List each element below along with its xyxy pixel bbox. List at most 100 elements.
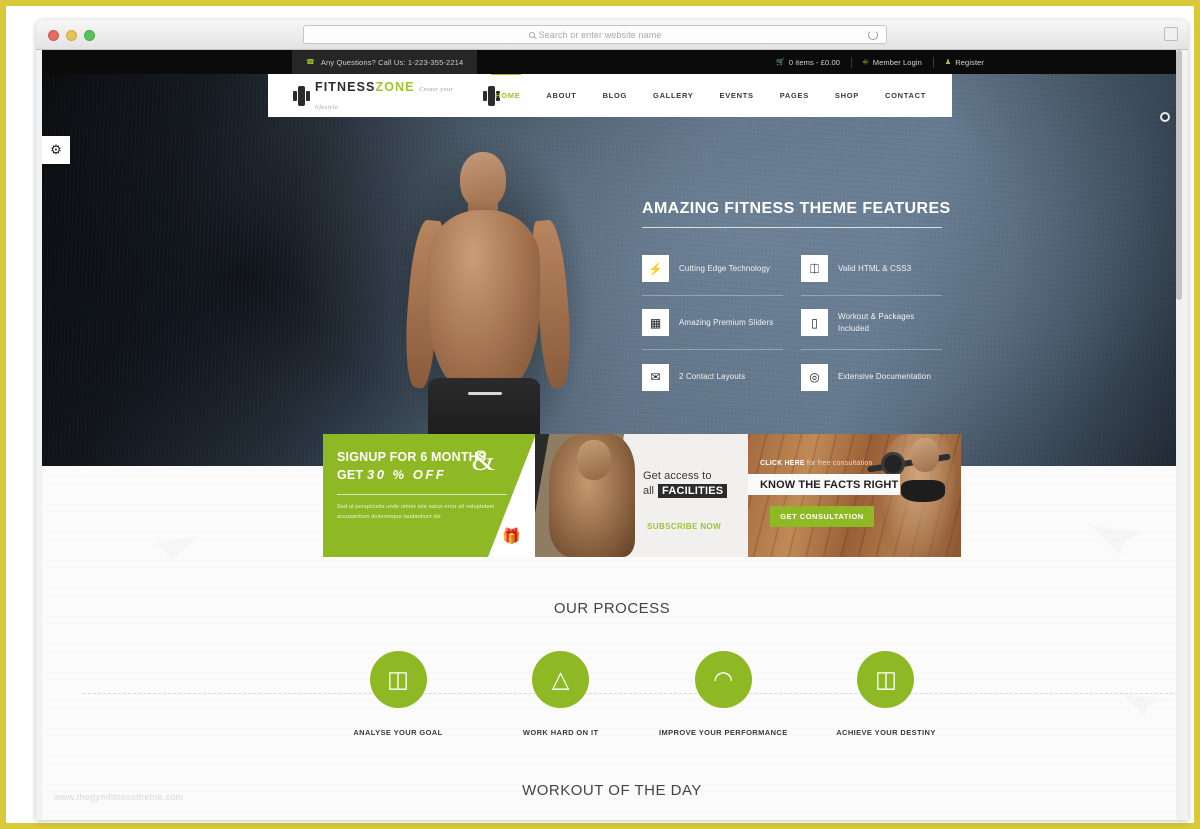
promo-signup[interactable]: & SIGNUP FOR 6 MONTHS GET 30 % OFF Sed u… — [323, 434, 535, 557]
promo-consultation-kicker: CLICK HERE for free consultation — [760, 460, 873, 467]
paper-plane-decor — [1092, 526, 1142, 554]
process-step-label: ANALYSE YOUR GOAL — [353, 728, 443, 737]
hero-features: AMAZING FITNESS THEME FEATURES ⚡ Cutting… — [642, 200, 950, 404]
ruler-icon: ◫ — [369, 651, 427, 708]
top-bar-links: 🛒 0 items - £0.00 ⎆ Member Login ♟ Regis… — [765, 50, 984, 74]
register-link[interactable]: ♟ Register — [934, 57, 984, 68]
subscribe-now-link[interactable]: SUBSCRIBE NOW — [647, 522, 721, 531]
address-bar-text: Search or enter website name — [538, 29, 662, 40]
outer-frame: Search or enter website name ☎ Any Quest… — [0, 0, 1200, 829]
cone-icon: △ — [532, 651, 590, 708]
process-step-achieve[interactable]: ◫ ACHIEVE YOUR DESTINY — [811, 651, 961, 761]
dumbbell-icon-left — [293, 85, 310, 106]
feature-item: ⚡ Cutting Edge Technology — [642, 242, 783, 296]
target-icon[interactable] — [1160, 112, 1170, 122]
phone-icon: ☎ — [306, 58, 315, 66]
dumbbell-icon-right — [483, 85, 501, 106]
promo-signup-body: Sed ut perspiciatis unde omnis iste natu… — [337, 504, 495, 521]
reload-icon[interactable] — [868, 30, 878, 40]
logo-part2: ZONE — [375, 79, 415, 94]
address-bar[interactable]: Search or enter website name — [303, 25, 887, 44]
promo-facilities-head — [577, 440, 611, 480]
feature-label: Valid HTML & CSS3 — [838, 263, 912, 273]
page-scrollbar[interactable] — [1176, 50, 1182, 820]
hero-feature-grid: ⚡ Cutting Edge Technology ⎅ Valid HTML &… — [642, 242, 942, 404]
watermark-url: www.thegymfitnesstheme.com — [54, 792, 184, 802]
feature-label: Workout & Packages Included — [838, 311, 915, 333]
nav-links: HOME ABOUT BLOG GALLERY EVENTS PAGES SHO… — [491, 72, 926, 100]
feature-item: ▦ Amazing Premium Sliders — [642, 296, 783, 350]
process-step-analyse[interactable]: ◫ ANALYSE YOUR GOAL — [323, 651, 473, 761]
promo-ampersand: & — [471, 444, 495, 477]
process-step-label: IMPROVE YOUR PERFORMANCE — [658, 728, 788, 737]
process-step-label: ACHIEVE YOUR DESTINY — [836, 728, 936, 737]
speedometer-icon: ◠ — [694, 651, 752, 708]
member-login-link[interactable]: ⎆ Member Login — [852, 56, 934, 68]
nav-item-gallery[interactable]: GALLERY — [653, 91, 693, 100]
promo-facilities[interactable]: Get access to all FACILITIES SUBSCRIBE N… — [535, 434, 748, 557]
html5-icon: ⎅ — [801, 255, 828, 282]
promo-consultation[interactable]: CLICK HERE for free consultation KNOW TH… — [748, 434, 961, 557]
feature-label: Cutting Edge Technology — [679, 263, 771, 273]
promo-click-rest: for free consultation — [804, 460, 873, 467]
get-consultation-button[interactable]: GET CONSULTATION — [770, 506, 874, 527]
process-step-improve[interactable]: ◠ IMPROVE YOUR PERFORMANCE — [648, 651, 798, 761]
nav-item-events[interactable]: EVENTS — [720, 91, 754, 100]
member-login-label: Member Login — [872, 57, 922, 67]
nav-item-pages[interactable]: PAGES — [780, 91, 809, 100]
browser-titlebar: Search or enter website name — [36, 20, 1188, 50]
hero-title: AMAZING FITNESS THEME FEATURES — [642, 200, 950, 228]
paper-plane-decor — [152, 536, 198, 562]
cart-label: 0 items - £0.00 — [788, 57, 841, 67]
process-step-work-hard[interactable]: △ WORK HARD ON IT — [486, 651, 636, 761]
cart-link[interactable]: 🛒 0 items - £0.00 — [765, 56, 853, 68]
feature-item: ⎅ Valid HTML & CSS3 — [801, 242, 942, 296]
nav-item-contact[interactable]: CONTACT — [885, 91, 926, 100]
browser-window: Search or enter website name ☎ Any Quest… — [36, 20, 1188, 820]
scrollbar-thumb[interactable] — [1176, 50, 1182, 300]
promo-consultation-top — [901, 480, 945, 502]
promo-click-here: CLICK HERE — [760, 460, 805, 467]
process-step-label: WORK HARD ON IT — [522, 728, 599, 737]
maximize-button[interactable] — [84, 30, 95, 41]
envelope-icon: ✉ — [642, 363, 669, 391]
feature-label: 2 Contact Layouts — [679, 372, 746, 382]
promo-signup-get: GET — [337, 468, 367, 483]
search-icon — [528, 31, 535, 38]
logo-part1: FITNESS — [314, 79, 376, 94]
nav-item-about[interactable]: ABOUT — [546, 91, 576, 100]
nav-item-blog[interactable]: BLOG — [603, 91, 627, 100]
process-steps: ◫ ANALYSE YOUR GOAL △ WORK HARD ON IT ◠ … — [83, 651, 1182, 761]
promo-facilities-text: Get access to all FACILITIES — [643, 470, 728, 498]
frame-inner: Search or enter website name ☎ Any Quest… — [12, 12, 1188, 820]
close-button[interactable] — [48, 30, 59, 41]
tabs-button[interactable] — [1164, 27, 1178, 41]
feature-item: ✉ 2 Contact Layouts — [642, 350, 783, 404]
lifebuoy-icon: ◎ — [801, 363, 828, 391]
barbell-plate-icon — [881, 452, 905, 476]
promo-signup-percent: 30 % OFF — [366, 467, 447, 483]
settings-gear-button[interactable]: ⚙ — [42, 136, 70, 164]
phone-info: ☎ Any Questions? Call Us: 1-223-355-2214 — [292, 50, 478, 74]
address-bar-placeholder: Search or enter website name — [528, 29, 662, 40]
feature-item: ◎ Extensive Documentation — [801, 350, 942, 404]
cart-icon: 🛒 — [776, 58, 785, 66]
gift-icon: 🎁 — [502, 528, 521, 545]
promo-consultation-headline-bar: KNOW THE FACTS RIGHT — [748, 474, 900, 495]
phone-text: Any Questions? Call Us: 1-223-355-2214 — [320, 57, 464, 67]
promo-divider — [337, 494, 507, 496]
login-icon: ⎆ — [863, 58, 869, 66]
user-icon: ♟ — [944, 58, 952, 66]
window-controls[interactable] — [48, 30, 95, 41]
image-icon: ▦ — [642, 309, 669, 336]
promo-facilities-highlight: FACILITIES — [658, 484, 728, 498]
nav-item-shop[interactable]: SHOP — [835, 91, 859, 100]
site-logo[interactable]: FITNESSZONE Create your lifestyle — [293, 78, 501, 114]
promo-facilities-line1: Get access to — [643, 470, 712, 482]
nav-item-home[interactable]: HOME — [491, 72, 522, 100]
minimize-button[interactable] — [66, 30, 77, 41]
promo-consultation-headline: KNOW THE FACTS RIGHT — [760, 478, 899, 491]
bolt-icon: ⚡ — [642, 255, 669, 282]
top-utility-bar: ☎ Any Questions? Call Us: 1-223-355-2214… — [42, 50, 1182, 74]
register-label: Register — [955, 57, 984, 67]
